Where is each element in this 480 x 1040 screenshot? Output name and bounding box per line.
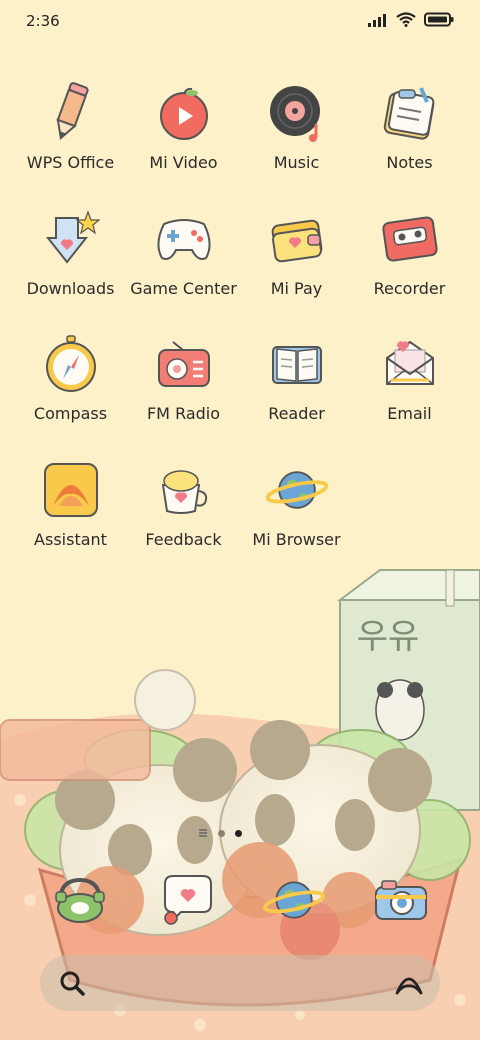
dock [0,860,480,940]
app-wps-office[interactable]: WPS Office [14,82,127,208]
app-recorder[interactable]: Recorder [353,208,466,334]
app-email[interactable]: Email [353,333,466,459]
app-reader[interactable]: Reader [240,333,353,459]
app-mi-pay[interactable]: Mi Pay [240,208,353,334]
notepad-icon [383,87,434,140]
app-downloads[interactable]: Downloads [14,208,127,334]
dock-camera[interactable] [370,869,432,931]
wallet-icon [271,219,322,262]
vinyl-record-icon [269,86,320,142]
apple-play-icon [159,87,208,140]
wifi-icon [396,12,416,27]
page-indicator[interactable] [198,828,242,838]
pencil-icon [56,82,89,140]
search-icon[interactable] [58,969,86,997]
dock-browser[interactable] [262,869,325,931]
app-music[interactable]: Music [240,82,353,208]
app-mi-video[interactable]: Mi Video [127,82,240,208]
assistant-logo-icon[interactable] [394,969,424,997]
milk-box-text: 우유 [357,617,420,657]
planet-icon [265,470,328,509]
camera-icon [374,880,427,920]
compass-icon [45,335,96,392]
assistant-icon [43,462,98,517]
app-feedback[interactable]: Feedback [127,459,240,585]
battery-icon [424,12,454,27]
app-assistant[interactable]: Assistant [14,459,127,585]
phone-icon [54,877,105,923]
download-arrow-icon [45,209,100,264]
planet-icon [262,881,325,919]
status-bar: 2:36 [0,0,480,44]
message-bubble-icon [163,875,212,926]
app-grid: WPS Office Mi Video Music Notes Download… [14,82,466,584]
app-game-center[interactable]: Game Center [127,208,240,334]
app-compass[interactable]: Compass [14,333,127,459]
cup-icon [161,469,207,514]
app-fm-radio[interactable]: FM Radio [127,333,240,459]
dock-messages[interactable] [156,869,218,931]
gamepad-icon [157,218,210,260]
page-dot-inactive [218,829,225,837]
page-dot-active [235,829,242,837]
signal-icon [368,13,386,27]
envelope-icon [385,340,434,385]
search-bar[interactable] [40,955,440,1011]
menu-lines-icon [199,829,207,837]
app-notes[interactable]: Notes [353,82,466,208]
cassette-icon [381,215,438,262]
app-mi-browser[interactable]: Mi Browser [240,459,353,585]
dock-phone[interactable] [49,869,111,931]
status-time: 2:36 [26,12,60,30]
radio-icon [157,341,210,387]
book-icon [271,346,322,384]
